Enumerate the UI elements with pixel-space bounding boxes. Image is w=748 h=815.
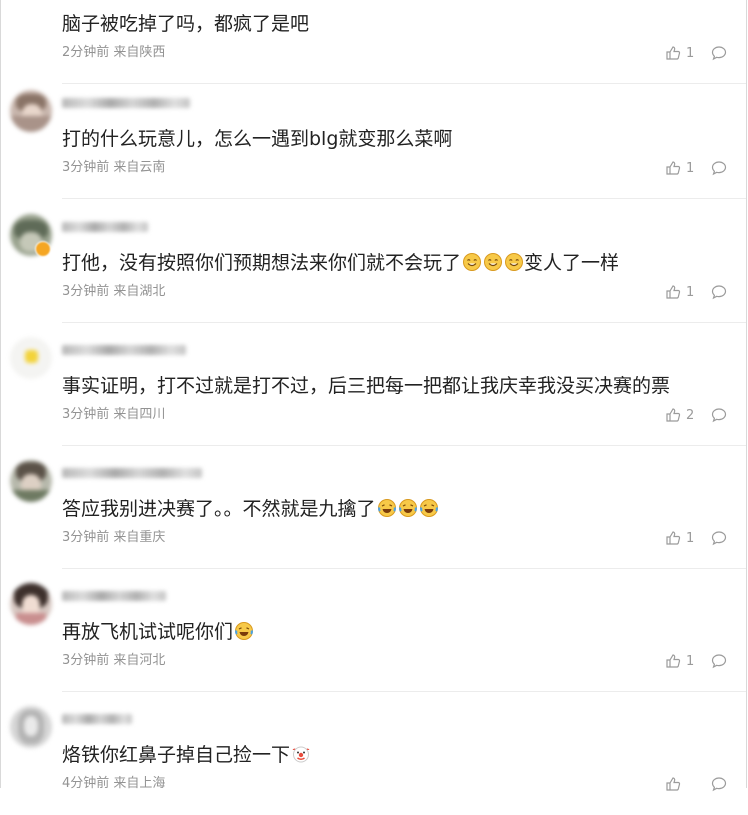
comment-location: 来自湖北 [113,284,166,299]
comment-time: 3分钟前 [62,407,110,422]
comment-meta: 3分钟前 来自湖北 [62,284,165,300]
comment-location: 来自陕西 [113,45,166,60]
like-button[interactable]: 1 [665,528,694,548]
laugh-cry-emoji-icon [398,499,417,517]
thumbs-up-icon [666,161,681,175]
comment-item: 脑子被吃掉了吗，都疯了是吧 2分钟前 来自陕西 1 [0,0,748,84]
comment-meta: 3分钟前 来自河北 [62,653,165,669]
username[interactable] [62,714,132,724]
comment-divider [62,198,746,199]
reply-button[interactable] [711,45,727,61]
comment-location: 来自上海 [113,776,166,791]
thumbs-up-icon [666,408,681,422]
avatar[interactable] [10,583,52,625]
comment-time: 3分钟前 [62,160,110,175]
comment-item: 打他，没有按照你们预期想法来你们就不会玩了 变人了一样 3分钟前 来自湖北 1 [0,200,748,323]
laugh-cry-emoji-icon [235,622,254,640]
avatar[interactable] [10,706,52,748]
comment-item: 烙铁你红鼻子掉自己捡一下 4分钟前 来自上海 [0,692,748,815]
comment-time: 3分钟前 [62,284,110,299]
reply-button[interactable] [711,407,727,423]
smile-emoji-icon [484,253,503,271]
thumbs-up-icon [666,531,681,545]
comment-text: 脑子被吃掉了吗，都疯了是吧 [62,13,310,35]
smile-emoji-icon [505,253,524,271]
comment-meta: 4分钟前 来自上海 [62,776,165,792]
comment-item: 再放飞机试试呢你们 3分钟前 来自河北 1 [0,569,748,692]
comment-meta: 3分钟前 来自重庆 [62,530,165,546]
reply-button[interactable] [711,284,727,300]
comment-text: 打他，没有按照你们预期想法来你们就不会玩了 变人了一样 [62,252,620,274]
like-count: 1 [686,160,695,176]
username[interactable] [62,591,166,601]
comment-text: 烙铁你红鼻子掉自己捡一下 [62,743,311,767]
like-count: 1 [686,653,695,669]
comment-text: 再放飞机试试呢你们 [62,620,254,644]
thumbs-up-icon [666,285,681,299]
comment-bubble-icon [711,777,727,792]
comment-meta: 2分钟前 来自陕西 [62,45,165,61]
like-count: 2 [686,407,695,423]
comment-time: 4分钟前 [62,776,110,791]
comment-time: 3分钟前 [62,530,110,545]
like-button[interactable] [665,774,686,794]
avatar[interactable] [10,90,52,132]
thumbs-up-icon [666,777,681,791]
comment-time: 3分钟前 [62,653,110,668]
comment-item: 答应我别进决赛了。。不然就是九擒了 3分钟前 来自重庆 1 [0,446,748,569]
reply-button[interactable] [711,160,727,176]
thumbs-up-icon [666,654,681,668]
like-button[interactable]: 1 [665,282,694,302]
avatar[interactable] [10,337,52,379]
comment-location: 来自四川 [113,407,166,422]
clown-emoji-icon [292,746,310,763]
reply-button[interactable] [711,653,727,669]
laugh-cry-emoji-icon [377,499,396,517]
comment-item: 事实证明，打不过就是打不过，后三把每一把都让我庆幸我没买决赛的票 3分钟前 来自… [0,323,748,446]
comment-meta: 3分钟前 来自四川 [62,407,165,423]
comment-location: 来自重庆 [113,530,166,545]
avatar[interactable] [10,460,52,502]
thumbs-up-icon [666,46,681,60]
comment-bubble-icon [711,408,727,423]
like-button[interactable]: 1 [665,651,694,671]
like-count: 1 [686,45,695,61]
comment-bubble-icon [711,285,727,300]
reply-button[interactable] [711,776,727,792]
like-count: 1 [686,284,695,300]
reply-button[interactable] [711,530,727,546]
comment-bubble-icon [711,161,727,176]
like-count: 1 [686,530,695,546]
username[interactable] [62,222,148,232]
comment-location: 来自河北 [113,653,166,668]
like-button[interactable]: 1 [665,158,694,178]
like-button[interactable]: 2 [665,405,694,425]
username[interactable] [62,468,202,478]
comment-bubble-icon [711,46,727,61]
verified-badge [35,241,51,257]
comment-time: 2分钟前 [62,45,110,60]
comment-text: 事实证明，打不过就是打不过，后三把每一把都让我庆幸我没买决赛的票 [62,375,671,397]
comment-text: 答应我别进决赛了。。不然就是九擒了 [62,497,439,521]
smile-emoji-icon [463,253,482,271]
comment-meta: 3分钟前 来自云南 [62,160,165,176]
like-button[interactable]: 1 [665,43,694,63]
comment-item: 打的什么玩意儿，怎么一遇到blg就变那么菜啊 3分钟前 来自云南 1 [0,76,748,199]
username[interactable] [62,98,190,108]
comment-text: 打的什么玩意儿，怎么一遇到blg就变那么菜啊 [62,128,453,150]
comment-bubble-icon [711,531,727,546]
comment-location: 来自云南 [113,160,166,175]
comment-bubble-icon [711,654,727,669]
username[interactable] [62,345,186,355]
laugh-cry-emoji-icon [419,499,438,517]
